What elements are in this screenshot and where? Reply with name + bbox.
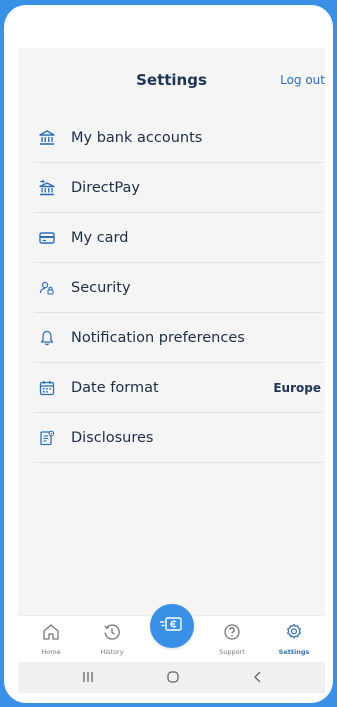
- settings-item-label: Notification preferences: [71, 329, 245, 346]
- logout-button[interactable]: Log out: [280, 73, 325, 87]
- settings-item-notification-preferences[interactable]: Notification preferences: [34, 313, 324, 363]
- settings-item-label: Security: [71, 279, 131, 296]
- settings-item-bank-accounts[interactable]: My bank accounts: [34, 113, 324, 163]
- tab-settings[interactable]: Settings: [269, 622, 319, 656]
- home-circle-icon: [166, 669, 180, 688]
- send-euro-icon: [159, 615, 185, 637]
- chevron-left-icon: [251, 669, 265, 688]
- help-icon: [222, 624, 242, 646]
- tab-history[interactable]: History: [87, 622, 137, 656]
- home-nav-button[interactable]: [163, 668, 183, 688]
- user-lock-icon: [37, 278, 57, 298]
- phone-frame: Settings Log out My bank accounts Direct…: [4, 5, 333, 703]
- home-icon: [41, 624, 61, 646]
- settings-item-directpay[interactable]: DirectPay: [34, 163, 324, 213]
- settings-item-label: Date format: [71, 379, 159, 396]
- tab-home[interactable]: Home: [26, 622, 76, 656]
- bank-transfer-icon: [37, 178, 57, 198]
- settings-item-label: DirectPay: [71, 179, 140, 196]
- bell-icon: [37, 328, 57, 348]
- system-nav-bar: [18, 662, 325, 693]
- tab-home-label: Home: [41, 648, 61, 656]
- date-format-value: Europe: [273, 380, 321, 395]
- back-button[interactable]: [248, 668, 268, 688]
- bank-icon: [37, 128, 57, 148]
- tab-settings-label: Settings: [278, 648, 310, 656]
- tab-support[interactable]: Support: [207, 622, 257, 656]
- app-screen: Settings Log out My bank accounts Direct…: [18, 48, 325, 693]
- settings-item-label: Disclosures: [71, 429, 154, 446]
- recent-apps-icon: [81, 669, 95, 688]
- gear-icon: [284, 623, 304, 646]
- settings-item-my-card[interactable]: My card: [34, 213, 324, 263]
- page-title: Settings: [136, 71, 207, 89]
- card-icon: [37, 228, 57, 248]
- send-money-button[interactable]: [150, 604, 194, 648]
- settings-list: My bank accounts DirectPay My card Secur…: [34, 113, 324, 463]
- calendar-icon: [37, 378, 57, 398]
- tab-support-label: Support: [219, 648, 245, 656]
- history-icon: [102, 624, 122, 646]
- settings-item-date-format[interactable]: Date format Europe: [34, 363, 324, 413]
- settings-item-disclosures[interactable]: Disclosures: [34, 413, 324, 463]
- tab-history-label: History: [100, 648, 124, 656]
- settings-item-label: My bank accounts: [71, 129, 203, 146]
- recent-apps-button[interactable]: [78, 668, 98, 688]
- header: Settings Log out: [18, 48, 325, 118]
- document-icon: [37, 428, 57, 448]
- settings-item-label: My card: [71, 229, 129, 246]
- settings-item-security[interactable]: Security: [34, 263, 324, 313]
